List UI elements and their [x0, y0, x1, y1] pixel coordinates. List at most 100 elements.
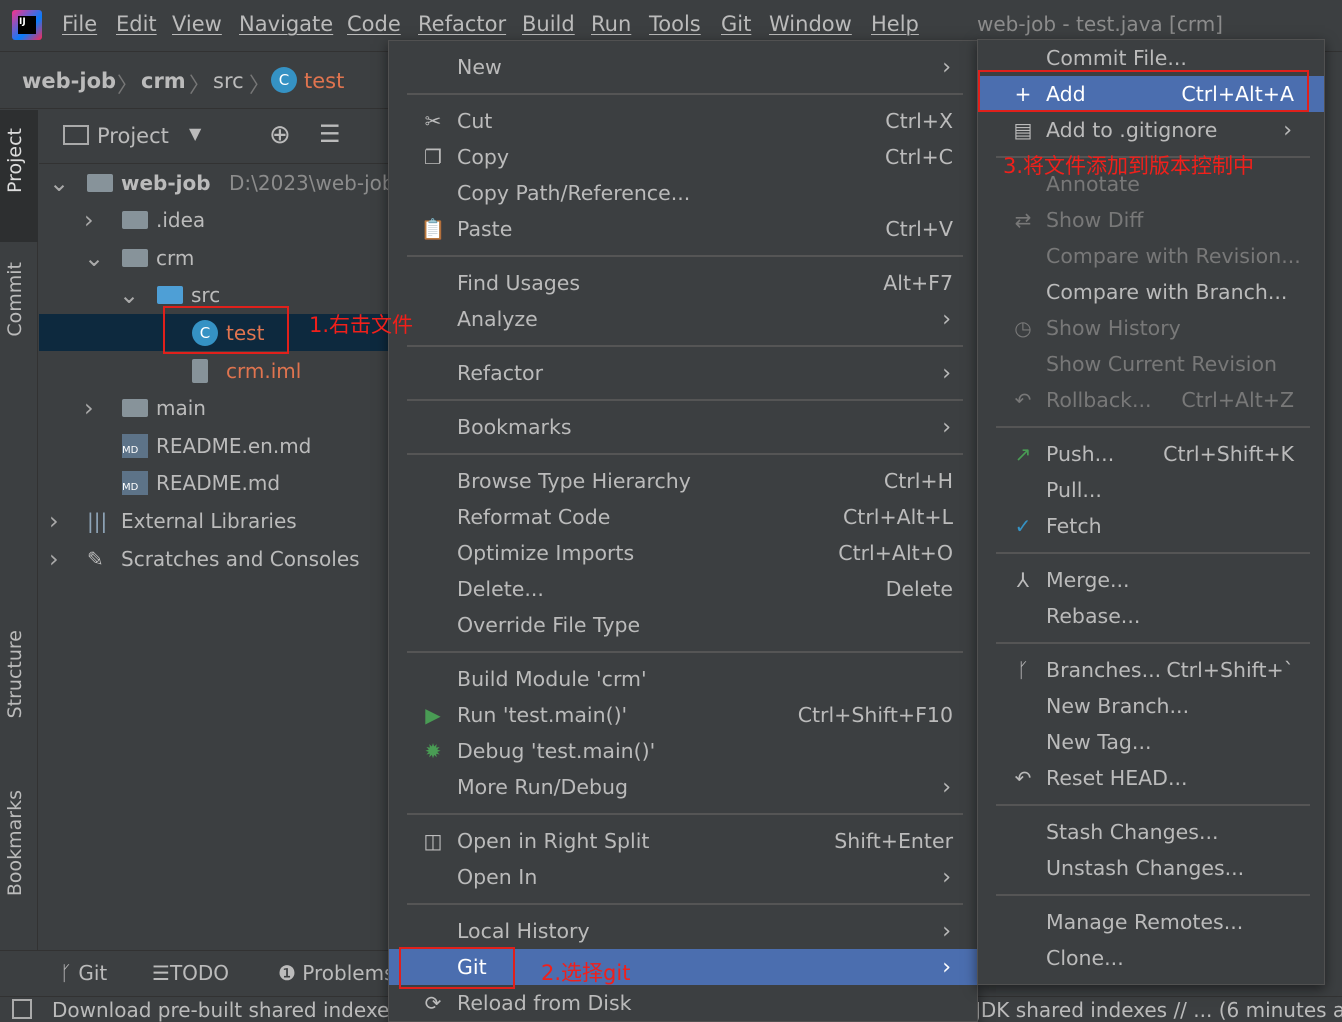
menu-item-paste[interactable]: 📋 Paste Ctrl+V: [389, 211, 977, 247]
tab-structure[interactable]: Structure: [4, 630, 26, 718]
menu-navigate[interactable]: Navigate: [239, 12, 333, 36]
menu-item-delete[interactable]: Delete... Delete: [389, 571, 977, 607]
tree-item-label: web-job: [121, 170, 211, 195]
chevron-right-icon[interactable]: ›: [49, 507, 59, 535]
shortcut-label: Ctrl+Shift+F10: [797, 703, 953, 727]
menu-item-local-history[interactable]: Local History ›: [389, 913, 977, 949]
menu-window[interactable]: Window: [769, 12, 852, 36]
chevron-right-icon[interactable]: ›: [84, 206, 94, 234]
menu-item-label: Reformat Code: [457, 505, 611, 529]
status-left-text[interactable]: Download pre-built shared indexes: [52, 998, 400, 1022]
menu-separator: [978, 544, 1324, 562]
menu-item-show-history[interactable]: ◷ Show History: [978, 310, 1324, 346]
chevron-down-icon[interactable]: ⌄: [119, 281, 139, 309]
tab-project[interactable]: Project: [4, 128, 26, 193]
menu-separator: [389, 247, 977, 265]
breadcrumb-src[interactable]: src: [213, 69, 244, 93]
menu-item-rollback[interactable]: ↶ Rollback... Ctrl+Alt+Z: [978, 382, 1324, 418]
chevron-right-icon[interactable]: ›: [49, 545, 59, 573]
menu-code[interactable]: Code: [347, 12, 401, 36]
menu-item-new-tag[interactable]: New Tag...: [978, 724, 1324, 760]
menu-item-compare-with-branch[interactable]: Compare with Branch...: [978, 274, 1324, 310]
menu-separator: [389, 643, 977, 661]
menu-item-refactor[interactable]: Refactor ›: [389, 355, 977, 391]
chevron-right-icon[interactable]: ›: [84, 394, 94, 422]
breadcrumb-crm[interactable]: crm: [141, 69, 186, 93]
tree-item-idea[interactable]: › .idea: [39, 202, 388, 239]
menu-item-bookmarks[interactable]: Bookmarks ›: [389, 409, 977, 445]
menu-build[interactable]: Build: [522, 12, 575, 36]
menu-item-copy[interactable]: ❐ Copy Ctrl+C: [389, 139, 977, 175]
locate-icon[interactable]: ⊕: [269, 120, 291, 150]
menu-item-add-to-gitignore[interactable]: ▤ Add to .gitignore ›: [978, 112, 1324, 148]
menu-item-merge[interactable]: ⅄ Merge...: [978, 562, 1324, 598]
menu-git[interactable]: Git: [721, 12, 751, 36]
menu-edit[interactable]: Edit: [116, 12, 157, 36]
tree-item-web-job[interactable]: ⌄ web-job D:\2023\web-job: [39, 164, 395, 201]
menu-item-cut[interactable]: ✂ Cut Ctrl+X: [389, 103, 977, 139]
menu-tools[interactable]: Tools: [649, 12, 701, 36]
menu-file[interactable]: File: [62, 12, 97, 36]
menu-item-unstash-changes[interactable]: Unstash Changes...: [978, 850, 1324, 886]
menu-item-new[interactable]: New ›: [389, 49, 977, 85]
menu-item-build-module-crm[interactable]: Build Module 'crm': [389, 661, 977, 697]
menu-item-copy-path-reference[interactable]: Copy Path/Reference...: [389, 175, 977, 211]
menu-item-analyze[interactable]: Analyze ›: [389, 301, 977, 337]
breadcrumb-web-job[interactable]: web-job: [22, 69, 116, 93]
menu-item-stash-changes[interactable]: Stash Changes...: [978, 814, 1324, 850]
menu-item-open-in-right-split[interactable]: ◫ Open in Right Split Shift+Enter: [389, 823, 977, 859]
project-view-selector[interactable]: Project: [97, 124, 169, 148]
breadcrumb-test[interactable]: test: [304, 69, 344, 93]
chevron-down-icon[interactable]: ⌄: [49, 169, 69, 197]
tree-item-crm[interactable]: ⌄ crm: [39, 239, 388, 276]
menu-separator: [389, 391, 977, 409]
chevron-right-icon: ›: [942, 360, 951, 386]
menu-item-reload-from-disk[interactable]: ⟳ Reload from Disk: [389, 985, 977, 1021]
menu-item-open-in[interactable]: Open In ›: [389, 859, 977, 895]
tab-commit[interactable]: Commit: [4, 262, 26, 337]
tree-item-readme-md[interactable]: MD README.md: [39, 465, 388, 502]
menu-item-label: Reload from Disk: [457, 991, 632, 1015]
tab-problems[interactable]: ❶ Problems: [278, 961, 394, 985]
menu-item-push[interactable]: ↗ Push... Ctrl+Shift+K: [978, 436, 1324, 472]
menu-run[interactable]: Run: [591, 12, 631, 36]
tree-item-scratches-and-consoles[interactable]: › ✎ Scratches and Consoles: [39, 540, 388, 577]
menu-help[interactable]: Help: [871, 12, 919, 36]
tree-item-crm-iml[interactable]: crm.iml: [39, 352, 388, 389]
menu-item-find-usages[interactable]: Find Usages Alt+F7: [389, 265, 977, 301]
menu-item-browse-type-hierarchy[interactable]: Browse Type Hierarchy Ctrl+H: [389, 463, 977, 499]
chevron-right-icon: ›: [942, 864, 951, 890]
menu-item-reformat-code[interactable]: Reformat Code Ctrl+Alt+L: [389, 499, 977, 535]
menu-item-fetch[interactable]: ✓ Fetch: [978, 508, 1324, 544]
tree-item-main[interactable]: › main: [39, 390, 388, 427]
tab-git[interactable]: ᚴ Git: [60, 961, 107, 985]
menu-view[interactable]: View: [172, 12, 222, 36]
annotation-1: 1.右击文件: [309, 313, 414, 337]
menu-separator: [389, 445, 977, 463]
tab-todo[interactable]: ☰TODO: [152, 961, 229, 985]
menu-item-more-run-debug[interactable]: More Run/Debug ›: [389, 769, 977, 805]
menu-item-reset-head[interactable]: ↶ Reset HEAD...: [978, 760, 1324, 796]
menu-item-clone[interactable]: Clone...: [978, 940, 1324, 976]
menu-item-show-current-revision[interactable]: Show Current Revision: [978, 346, 1324, 382]
menu-item-run-test-main[interactable]: ▶ Run 'test.main()' Ctrl+Shift+F10: [389, 697, 977, 733]
chevron-down-icon[interactable]: ⌄: [84, 244, 104, 272]
menu-item-label: Rebase...: [1046, 604, 1141, 628]
tab-bookmarks[interactable]: Bookmarks: [4, 790, 26, 896]
menu-item-pull[interactable]: Pull...: [978, 472, 1324, 508]
tree-item-external-libraries[interactable]: › ||| External Libraries: [39, 502, 388, 539]
menu-item-rebase[interactable]: Rebase...: [978, 598, 1324, 634]
chevron-down-icon[interactable]: ▼: [189, 124, 201, 143]
menu-item-branches[interactable]: ᚴ Branches... Ctrl+Shift+`: [978, 652, 1324, 688]
menu-item-new-branch[interactable]: New Branch...: [978, 688, 1324, 724]
menu-item-label: Cut: [457, 109, 493, 133]
menu-item-compare-with-revision[interactable]: Compare with Revision...: [978, 238, 1324, 274]
menu-item-optimize-imports[interactable]: Optimize Imports Ctrl+Alt+O: [389, 535, 977, 571]
menu-item-manage-remotes[interactable]: Manage Remotes...: [978, 904, 1324, 940]
menu-refactor[interactable]: Refactor: [418, 12, 506, 36]
tree-item-readme-en-md[interactable]: MD README.en.md: [39, 427, 388, 464]
expand-all-icon[interactable]: ☰: [319, 120, 341, 148]
menu-item-debug-test-main[interactable]: ✹ Debug 'test.main()': [389, 733, 977, 769]
menu-item-show-diff[interactable]: ⇄ Show Diff: [978, 202, 1324, 238]
menu-item-override-file-type[interactable]: Override File Type: [389, 607, 977, 643]
